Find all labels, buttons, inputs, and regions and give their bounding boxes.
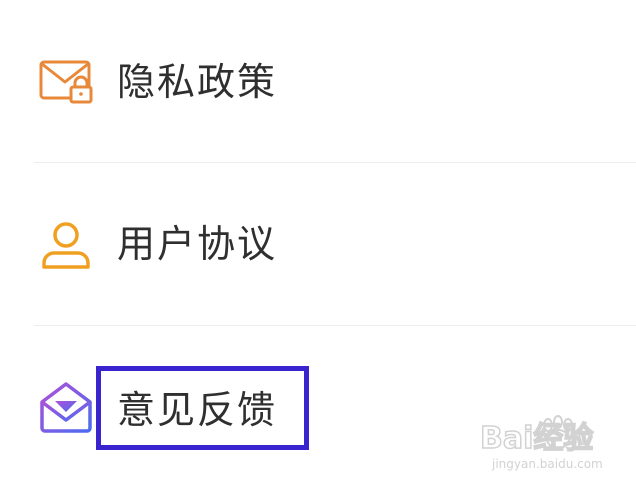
user-agreement-label: 用户协议 — [117, 222, 278, 266]
highlight-box — [96, 366, 309, 450]
user-icon — [38, 219, 94, 275]
open-envelope-icon — [38, 380, 94, 436]
privacy-policy-label: 隐私政策 — [117, 60, 278, 104]
mail-lock-icon — [38, 56, 94, 112]
menu-item-user-agreement[interactable]: 用户协议 — [0, 163, 636, 323]
menu-item-privacy-policy[interactable]: 隐私政策 — [0, 0, 636, 160]
